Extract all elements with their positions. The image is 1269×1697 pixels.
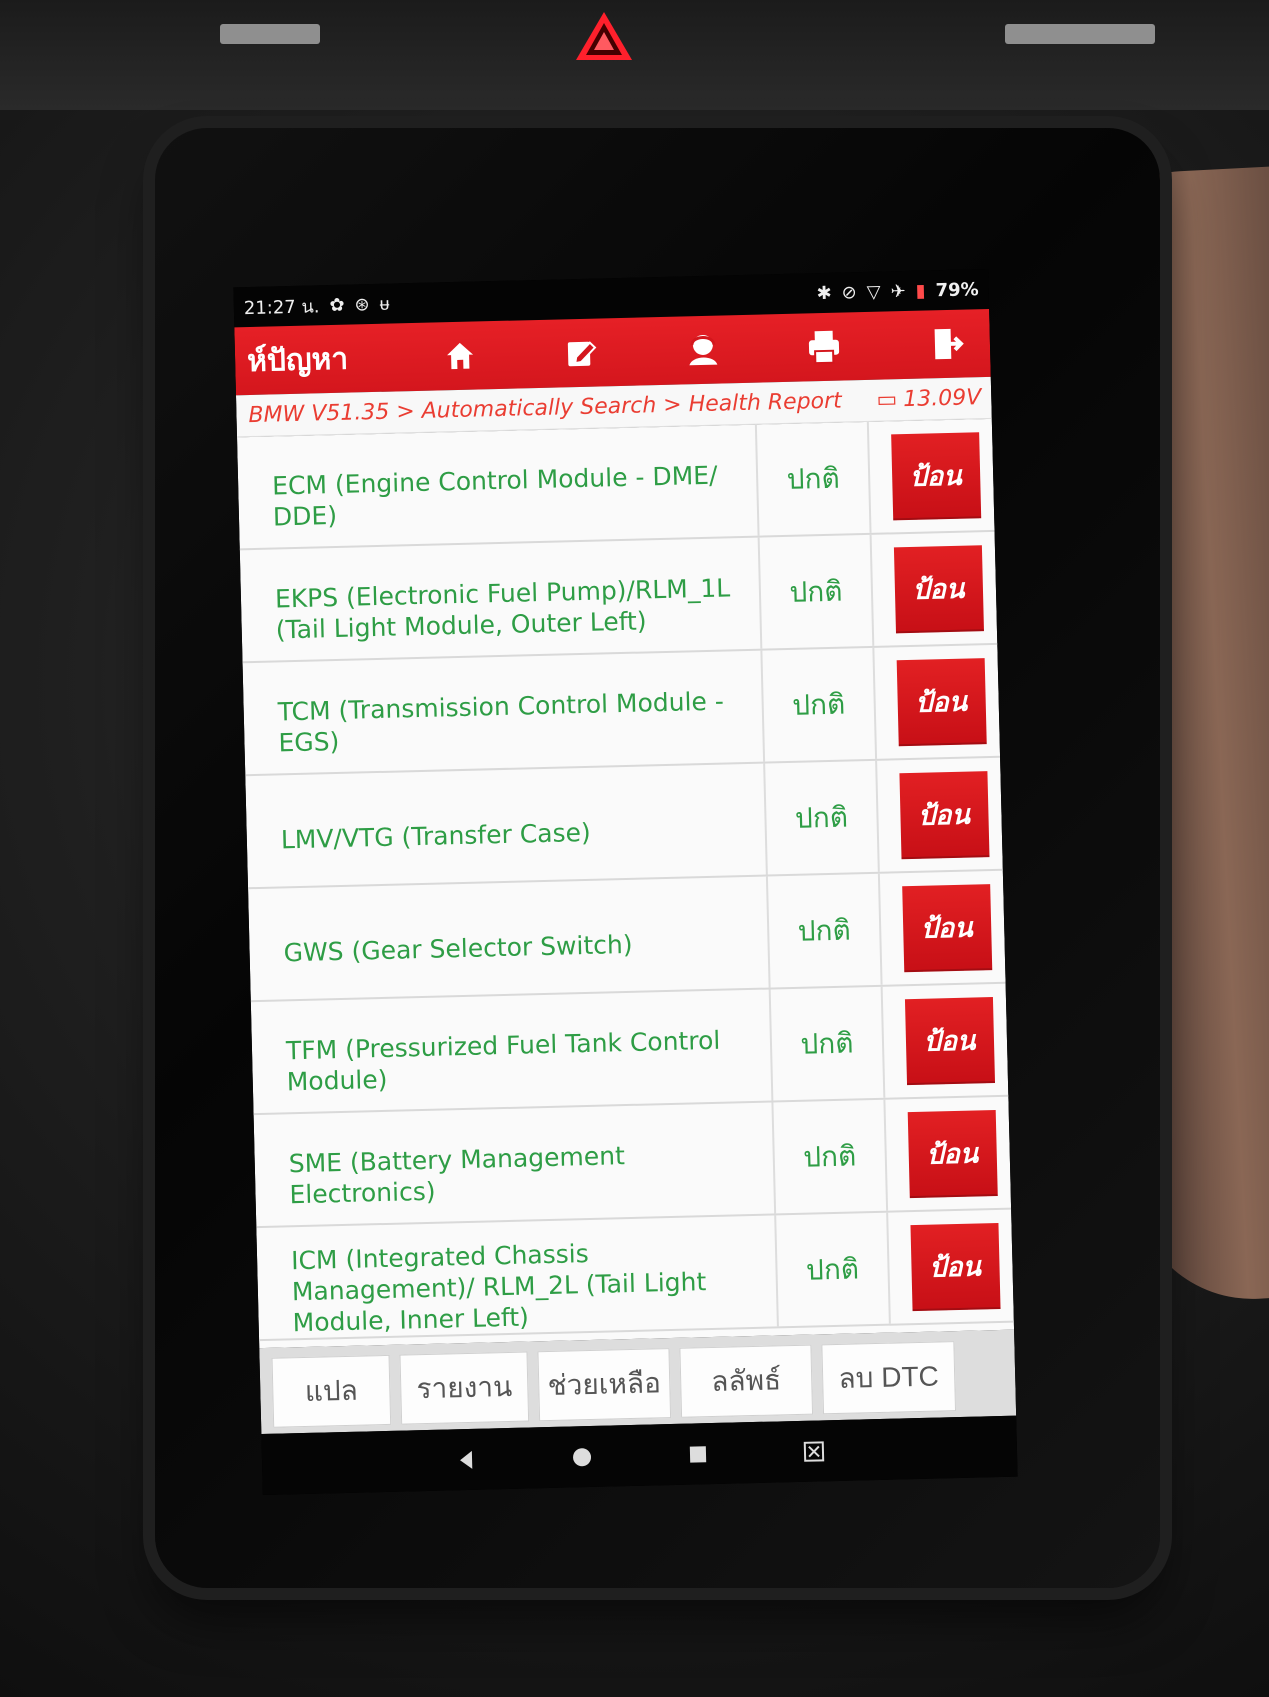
table-row: EKPS (Electronic Fuel Pump)/RLM_1L (Tail… — [239, 531, 998, 664]
report-button[interactable]: รายงาน — [399, 1351, 530, 1425]
recents-icon[interactable] — [681, 1438, 714, 1471]
translate-button[interactable]: แปล — [271, 1354, 392, 1428]
toolbar-title: ห์ปัญหา — [246, 341, 349, 379]
table-row: ICM (Integrated Chassis Management)/ RLM… — [256, 1209, 1014, 1342]
module-name: ECM (Engine Control Module - DME/ DDE) — [237, 424, 760, 549]
table-row: TCM (Transmission Control Module - EGS) … — [242, 644, 1001, 777]
breadcrumb-path: BMW V51.35 > Automatically Search > Heal… — [248, 388, 843, 429]
table-row: ECM (Engine Control Module - DME/ DDE) ป… — [237, 418, 995, 551]
user-icon[interactable] — [674, 325, 731, 374]
bluetooth-icon: ✱ — [816, 282, 832, 304]
vibration-icon: ᵾ — [379, 293, 390, 315]
module-name: SME (Battery Management Electronics) — [253, 1102, 777, 1227]
exit-icon[interactable] — [917, 319, 974, 368]
status-left: 21:27 น. ✿ ⊛ ᵾ — [243, 289, 390, 322]
dashboard-top — [0, 0, 1269, 110]
module-action-cell: ป้อน — [880, 871, 1006, 985]
module-name: EKPS (Electronic Fuel Pump)/RLM_1L (Tail… — [239, 537, 763, 662]
circle-dollar-icon: ⊛ — [354, 293, 370, 315]
module-status: ปกติ — [770, 986, 886, 1101]
module-name: TCM (Transmission Control Module - EGS) — [242, 650, 766, 775]
table-row: TFM (Pressurized Fuel Tank Control Modul… — [250, 983, 1009, 1116]
module-status: ปกติ — [756, 421, 872, 536]
home-circle-icon[interactable] — [565, 1440, 598, 1473]
module-status: ปกติ — [776, 1212, 891, 1327]
help-button[interactable]: ช่วยเหลือ — [537, 1348, 672, 1422]
health-report-list: ECM (Engine Control Module - DME/ DDE) ป… — [237, 418, 1015, 1349]
enter-button[interactable]: ป้อน — [898, 770, 989, 859]
tablet-screen: 21:27 น. ✿ ⊛ ᵾ ✱ ⊘ ▽ ✈ ▮ 79% ห์ปัญหา BMW… — [233, 268, 1018, 1496]
battery-level: 79% — [935, 278, 979, 301]
dashboard-vent-right — [1005, 24, 1155, 44]
enter-button[interactable]: ป้อน — [893, 544, 984, 633]
toolbar-icons — [431, 319, 991, 381]
module-status: ปกติ — [773, 1099, 889, 1214]
table-row: LMV/VTG (Transfer Case) ปกติ ป้อน — [245, 757, 1003, 890]
home-icon[interactable] — [431, 331, 488, 380]
module-action-cell: ป้อน — [877, 758, 1003, 872]
photo-scene: 21:27 น. ✿ ⊛ ᵾ ✱ ⊘ ▽ ✈ ▮ 79% ห์ปัญหา BMW… — [0, 0, 1269, 1697]
module-name: LMV/VTG (Transfer Case) — [245, 763, 768, 888]
table-row: SME (Battery Management Electronics) ปกต… — [253, 1096, 1012, 1229]
enter-button[interactable]: ป้อน — [896, 657, 987, 746]
module-status: ปกติ — [765, 760, 880, 875]
enter-button[interactable]: ป้อน — [904, 996, 995, 1085]
module-status: ปกติ — [762, 647, 878, 762]
print-icon[interactable] — [796, 322, 853, 371]
airplane-icon: ✈ — [890, 280, 906, 302]
settings-icon: ✿ — [329, 294, 345, 316]
voltage-indicator: ▭ 13.09V — [876, 385, 981, 413]
enter-button[interactable]: ป้อน — [901, 883, 992, 972]
module-name: GWS (Gear Selector Switch) — [248, 876, 771, 1001]
back-icon[interactable] — [449, 1443, 482, 1476]
dashboard-vent-left — [220, 24, 320, 44]
hazard-icon — [576, 12, 632, 60]
enter-button[interactable]: ป้อน — [907, 1109, 998, 1198]
edit-icon[interactable] — [553, 328, 610, 377]
result-button[interactable]: ลลัพธ์ — [679, 1344, 814, 1418]
module-name: TFM (Pressurized Fuel Tank Control Modul… — [250, 989, 774, 1114]
enter-button[interactable]: ป้อน — [890, 431, 981, 520]
module-action-cell: ป้อน — [883, 984, 1009, 1098]
status-time: 21:27 น. — [243, 295, 320, 319]
clear-dtc-button[interactable]: ลบ DTC — [821, 1341, 957, 1415]
table-row: GWS (Gear Selector Switch) ปกติ ป้อน — [248, 870, 1006, 1003]
mute-icon: ⊘ — [841, 281, 857, 304]
module-name: ICM (Integrated Chassis Management)/ RLM… — [256, 1215, 779, 1340]
module-action-cell: ป้อน — [872, 532, 998, 646]
enter-button[interactable]: ป้อน — [909, 1222, 1001, 1311]
module-action-cell: ป้อน — [874, 645, 1000, 759]
module-action-cell: ป้อน — [888, 1210, 1014, 1324]
voltage-value: 13.09V — [902, 385, 982, 413]
battery-icon: ▮ — [915, 279, 926, 302]
status-right: ✱ ⊘ ▽ ✈ ▮ 79% — [816, 279, 979, 304]
module-action-cell: ป้อน — [869, 419, 995, 533]
wifi-icon: ▽ — [866, 281, 881, 303]
battery-voltage-icon: ▭ — [876, 387, 898, 413]
module-status: ปกติ — [759, 534, 875, 649]
module-status: ปกติ — [767, 873, 883, 988]
screenshot-icon[interactable] — [797, 1435, 830, 1468]
module-action-cell: ป้อน — [885, 1097, 1011, 1211]
